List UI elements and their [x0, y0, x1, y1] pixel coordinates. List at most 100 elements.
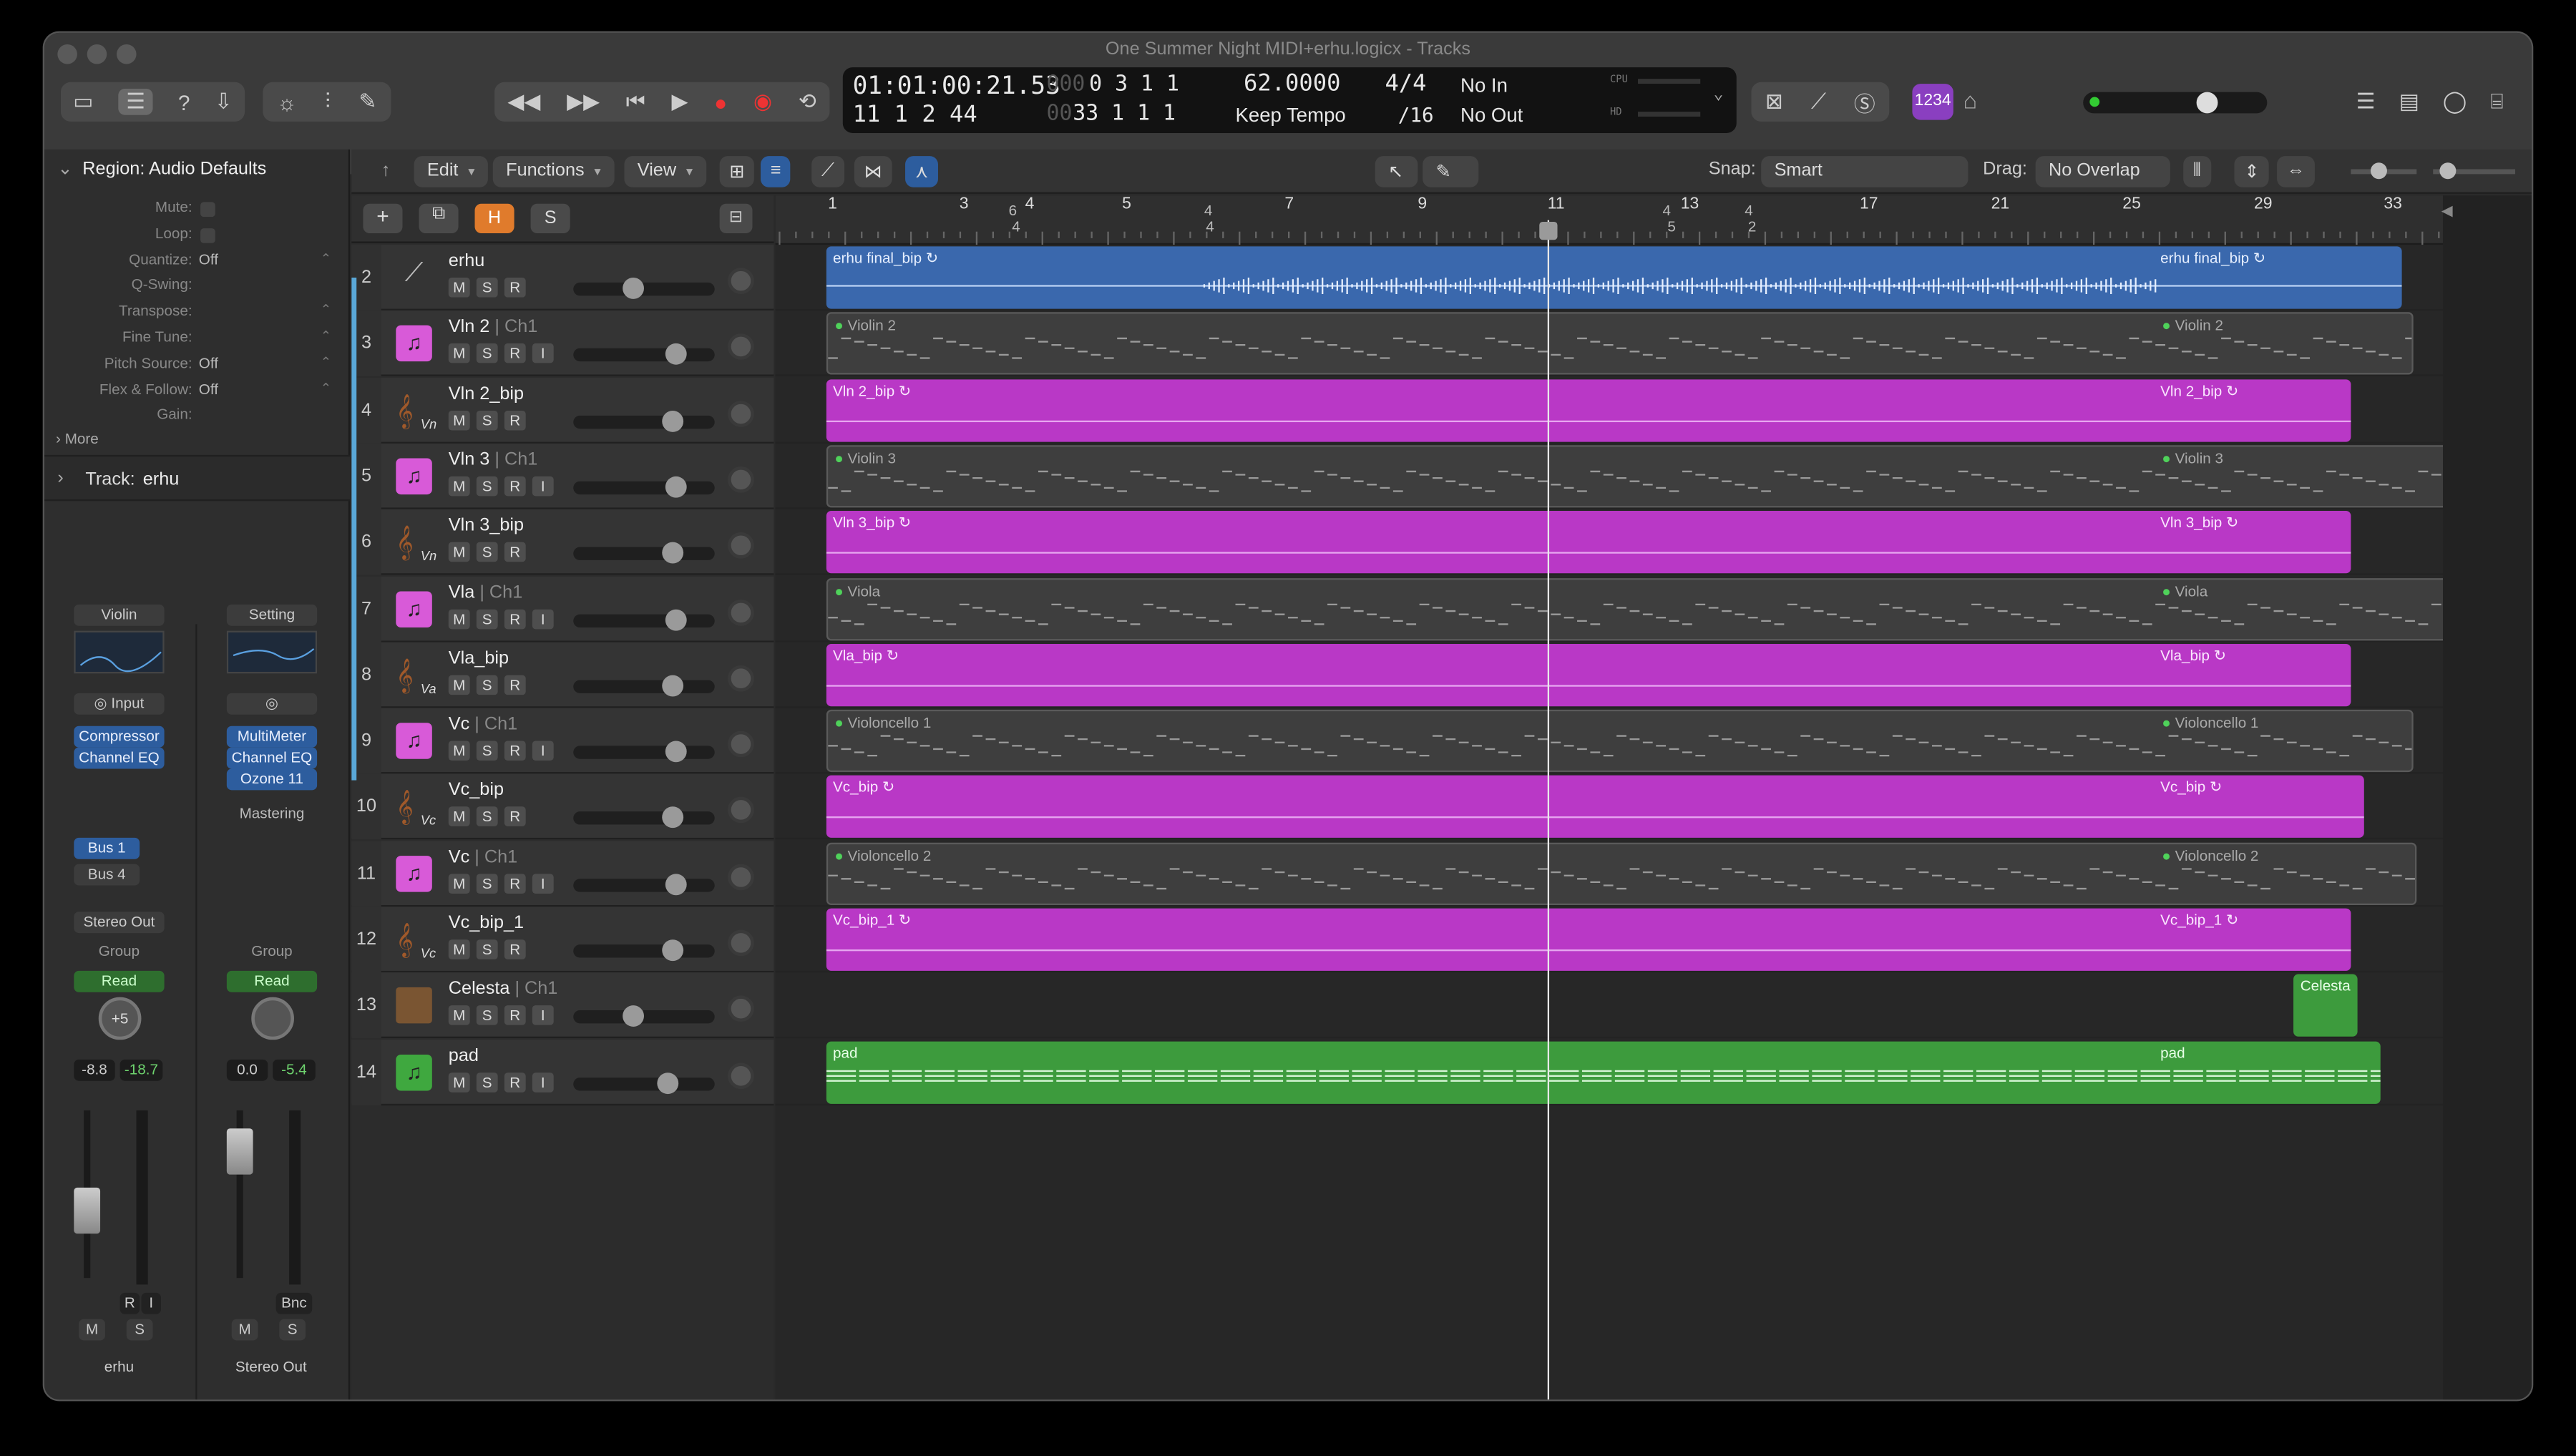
track-name[interactable]: Celesta | Ch1 [449, 979, 558, 1000]
region[interactable]: Celesta [2293, 974, 2358, 1037]
input-monitor-button[interactable]: I [532, 476, 554, 497]
mute-button[interactable]: M [448, 741, 470, 761]
pan-knob[interactable] [728, 268, 754, 294]
volume-readout[interactable]: 0.0 [226, 1059, 268, 1081]
input-monitor-button[interactable]: I [141, 1292, 161, 1314]
up-arrow-icon[interactable]: ↑ [368, 156, 403, 187]
loop-browser-icon[interactable]: ◯ [2443, 89, 2467, 115]
solo-button[interactable]: S [126, 1319, 153, 1341]
plugin-slot-1[interactable]: MultiMeter [226, 725, 318, 748]
track-name[interactable]: Vla_bip [449, 648, 509, 668]
mute-button[interactable]: M [79, 1319, 105, 1341]
volume-slider[interactable] [573, 807, 715, 829]
mute-button[interactable]: M [448, 608, 470, 629]
go-to-beginning-icon[interactable]: ⏮ [626, 89, 645, 115]
play-icon[interactable]: ▶ [671, 89, 688, 115]
capture-record-icon[interactable]: ◉ [753, 89, 772, 115]
horizontal-zoom-knob[interactable] [2439, 162, 2457, 180]
volume-slider[interactable] [573, 1072, 715, 1094]
stepper-icon[interactable]: ⌃ [321, 250, 331, 265]
smart-controls-icon[interactable]: ☼ [277, 89, 296, 114]
solo-icon[interactable]: Ⓢ [1854, 87, 1875, 118]
track-name[interactable]: Vln 2 | Ch1 [449, 318, 538, 338]
solo-button[interactable]: S [476, 741, 498, 761]
solo-button[interactable]: S [476, 807, 498, 827]
mute-button[interactable]: M [448, 542, 470, 562]
param-value[interactable]: Off [199, 250, 218, 267]
bounce-button[interactable]: Bnc [275, 1292, 313, 1314]
mastering-button[interactable]: Mastering [227, 803, 317, 825]
region[interactable]: ● Viola ● Viola [826, 577, 2447, 640]
mixer-icon[interactable]: ⫶ [325, 89, 330, 115]
pan-knob[interactable] [728, 532, 754, 560]
fast-forward-icon[interactable]: ▶▶ [567, 89, 600, 115]
plugin-slot-3[interactable]: Ozone 11 [226, 768, 318, 791]
pan-knob[interactable] [728, 466, 754, 493]
solo-button[interactable]: S [476, 476, 498, 497]
record-enable-button[interactable]: R [504, 873, 526, 894]
region[interactable]: erhu final_bip ↻ erhu final_bip ↻ [826, 246, 2403, 309]
stepper-icon[interactable]: ⌃ [321, 381, 331, 396]
track-lane[interactable] [775, 973, 2532, 1039]
stepper-icon[interactable]: ⌃ [321, 354, 331, 369]
track-name[interactable]: Vc | Ch1 [449, 715, 517, 735]
volume-slider-knob[interactable] [662, 542, 684, 564]
track-name[interactable]: Vla | Ch1 [449, 582, 522, 602]
solo-button[interactable]: S [476, 1005, 498, 1026]
mute-button[interactable]: M [448, 1072, 470, 1092]
plugin-slot-2[interactable]: Channel EQ [226, 747, 318, 769]
track-header-row[interactable]: 3 ♫ Vln 2 | Ch1 M S R I [351, 311, 774, 377]
view-menu[interactable]: View ▾ [624, 156, 706, 187]
track-name[interactable]: Vc_bip [449, 781, 504, 801]
stepper-icon[interactable]: ⌃ [321, 303, 331, 318]
link-button[interactable]: ◎ [226, 693, 318, 715]
metronome-icon[interactable]: ⌂ [1963, 87, 1977, 114]
solo-button[interactable]: S [476, 873, 498, 894]
track-header-row[interactable]: 8 𝄞 Va Vla_bip MSR [351, 642, 774, 708]
region[interactable]: Vln 3_bip ↻ Vln 3_bip ↻ [826, 511, 2351, 574]
mute-button[interactable]: M [448, 410, 470, 430]
vertical-zoom-slider[interactable] [2351, 162, 2417, 180]
volume-slider[interactable] [573, 608, 715, 630]
volume-fader[interactable] [226, 1128, 253, 1175]
solo-button[interactable]: S [476, 1072, 498, 1092]
volume-slider-knob[interactable] [662, 939, 684, 962]
volume-slider-knob[interactable] [662, 807, 684, 829]
quick-help-icon[interactable]: ? [178, 89, 190, 114]
track-header[interactable]: › Track: erhu [44, 454, 351, 502]
editors-icon[interactable]: ✎ [358, 89, 376, 115]
mute-button[interactable]: M [448, 873, 470, 894]
region[interactable]: ● Violin 2 ● Violin 2 [826, 312, 2414, 376]
lcd-display[interactable]: 01:01:00:21.53 11 1 2 44 000 0 3 1 1 00 … [842, 67, 1737, 133]
track-header-row[interactable]: 5 ♫ Vln 3 | Ch1 M S R I [351, 443, 774, 509]
toolbar-icon[interactable]: ⇩ [215, 89, 233, 115]
input-monitor-button[interactable]: I [532, 741, 554, 761]
pan-knob[interactable] [728, 995, 754, 1022]
track-name[interactable]: erhu [449, 251, 485, 271]
track-header-row[interactable]: 13 Celesta | Ch1 M S R I [351, 972, 774, 1039]
lcd-signature[interactable]: 4/4 [1385, 71, 1426, 97]
volume-slider-knob[interactable] [665, 741, 687, 763]
record-enable-button[interactable]: R [504, 410, 526, 430]
track-header-row[interactable]: 6 𝄞 Vn Vln 3_bip MSR [351, 509, 774, 575]
volume-slider-knob[interactable] [665, 608, 687, 630]
track-header-row[interactable]: 12 𝄞 Vc Vc_bip_1 MSR [351, 907, 774, 973]
record-enable-button[interactable]: R [504, 675, 526, 695]
volume-slider-knob[interactable] [665, 873, 687, 895]
mute-button[interactable]: M [448, 939, 470, 959]
solo-button[interactable]: S [279, 1319, 306, 1341]
solo-button[interactable]: S [476, 343, 498, 364]
volume-slider-knob[interactable] [656, 1072, 678, 1094]
count-in-button[interactable]: 1234 [1912, 84, 1953, 120]
send-slot-2[interactable]: Bus 4 [74, 864, 140, 886]
volume-slider[interactable] [573, 873, 715, 895]
automation-icon[interactable]: ⟋ [811, 156, 844, 187]
track-header-row[interactable]: 2 ⟋ erhu MSR [351, 245, 774, 311]
track-header-row[interactable]: 7 ♫ Vla | Ch1 M S R I [351, 575, 774, 642]
duplicate-track-icon[interactable]: ⧉ [419, 203, 459, 234]
record-enable-button[interactable]: R [504, 476, 526, 497]
volume-readout[interactable]: -8.8 [74, 1059, 115, 1081]
region[interactable]: Vc_bip_1 ↻ Vc_bip_1 ↻ [826, 908, 2351, 971]
track-name[interactable]: Vln 3 | Ch1 [449, 450, 538, 470]
master-volume-knob[interactable] [2196, 92, 2218, 114]
